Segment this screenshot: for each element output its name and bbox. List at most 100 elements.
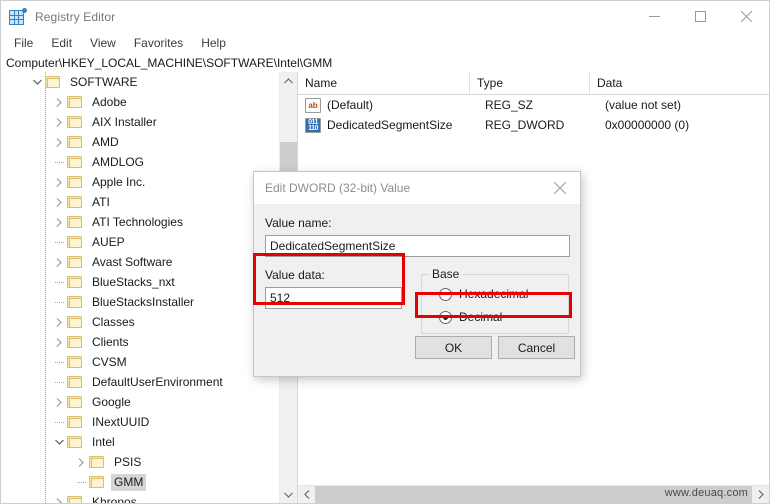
column-header-type[interactable]: Type [469,72,589,94]
folder-icon [67,255,84,269]
base-group: Base [421,267,569,334]
tree-item-label: ATI Technologies [92,214,183,229]
chevron-down-icon[interactable] [29,72,45,92]
folder-icon [67,295,84,309]
folder-icon [67,355,84,369]
tree-item-bluestacks-nxt[interactable]: BlueStacks_nxt [1,272,279,292]
window-title: Registry Editor [35,9,116,24]
folder-icon [67,335,84,349]
folder-icon [67,375,84,389]
menu-item-help[interactable]: Help [193,34,234,52]
radio-hexadecimal[interactable]: Hexadecimal [439,287,528,301]
chevron-right-icon[interactable] [51,112,67,132]
chevron-right-icon[interactable] [51,252,67,272]
ok-button[interactable]: OK [415,336,492,359]
value-name-label: Value name: [265,216,332,230]
tree-leaf-marker [51,372,67,392]
scroll-down-icon[interactable] [280,486,297,503]
tree-item-bluestacksinstaller[interactable]: BlueStacksInstaller [1,292,279,312]
chevron-right-icon[interactable] [51,212,67,232]
menu-bar: File Edit View Favorites Help [1,32,769,53]
tree-leaf-marker [51,232,67,252]
radio-hexadecimal-label: Hexadecimal [459,287,529,301]
tree-item-label: Apple Inc. [92,174,146,189]
tree-item-label: BlueStacks_nxt [92,274,175,289]
tree-item-psis[interactable]: PSIS [1,452,279,472]
column-header-name[interactable]: Name [298,72,469,94]
horizontal-scroll-thumb[interactable]: www.deuaq.com [315,486,752,503]
menu-item-favorites[interactable]: Favorites [126,34,191,52]
value-row[interactable]: ab (Default) REG_SZ (value not set) [298,95,769,115]
radio-decimal[interactable]: Decimal [439,310,502,324]
close-button[interactable] [723,1,769,32]
tree-item-cvsm[interactable]: CVSM [1,352,279,372]
value-data: (value not set) [605,98,682,112]
chevron-right-icon[interactable] [51,132,67,152]
values-horizontal-scrollbar[interactable]: www.deuaq.com [298,485,769,503]
tree-item-apple-inc[interactable]: Apple Inc. [1,172,279,192]
tree-item-ati-technologies[interactable]: ATI Technologies [1,212,279,232]
tree-item-label: Avast Software [92,254,173,269]
value-type: REG_DWORD [485,118,565,132]
tree-item-ati[interactable]: ATI [1,192,279,212]
menu-item-file[interactable]: File [6,34,41,52]
folder-icon [67,275,84,289]
tree-item-auep[interactable]: AUEP [1,232,279,252]
tree-item-label: AUEP [92,234,125,249]
tree-item-adobe[interactable]: Adobe [1,92,279,112]
scroll-right-icon[interactable] [752,486,769,503]
chevron-down-icon[interactable] [51,432,67,452]
folder-icon [67,175,84,189]
chevron-right-icon[interactable] [51,332,67,352]
value-row[interactable]: 011 110 DedicatedSegmentSize REG_DWORD 0x000… [298,115,769,135]
chevron-right-icon[interactable] [51,492,67,503]
chevron-right-icon[interactable] [51,192,67,212]
chevron-right-icon[interactable] [51,392,67,412]
tree-item-software[interactable]: SOFTWARE [1,72,279,92]
value-name-input[interactable]: DedicatedSegmentSize [265,235,570,257]
tree-item-google[interactable]: Google [1,392,279,412]
value-data-input[interactable]: 512 [265,287,402,309]
minimize-button[interactable] [631,1,677,32]
tree-item-khronos[interactable]: Khronos [1,492,279,503]
tree-item-label: Khronos [92,494,137,504]
chevron-right-icon[interactable] [51,312,67,332]
tree-leaf-marker [73,472,89,492]
column-header-data[interactable]: Data [589,72,769,94]
menu-item-view[interactable]: View [82,34,124,52]
folder-icon [67,215,84,229]
chevron-right-icon[interactable] [73,452,89,472]
tree-item-label: PSIS [114,454,142,469]
tree-item-gmm[interactable]: GMM [1,472,279,492]
folder-icon [67,315,84,329]
tree-item-defaultuserenvironment[interactable]: DefaultUserEnvironment [1,372,279,392]
dword-value-icon: 011 110 [305,117,321,133]
scroll-up-icon[interactable] [280,72,297,89]
site-watermark: www.deuaq.com [664,487,748,499]
tree-item-amd[interactable]: AMD [1,132,279,152]
chevron-right-icon[interactable] [51,92,67,112]
scroll-left-icon[interactable] [298,486,315,503]
chevron-right-icon[interactable] [51,172,67,192]
address-bar[interactable]: Computer\HKEY_LOCAL_MACHINE\SOFTWARE\Int… [1,53,769,73]
tree-item-classes[interactable]: Classes [1,312,279,332]
registry-tree[interactable]: SOFTWARE Adobe AIX Installer AMD AMDLOG Apple… [1,72,279,503]
tree-item-intel[interactable]: Intel [1,432,279,452]
tree-item-aix-installer[interactable]: AIX Installer [1,112,279,132]
base-group-label: Base [429,267,463,281]
tree-item-inextuuid[interactable]: INextUUID [1,412,279,432]
dialog-title: Edit DWORD (32-bit) Value [265,181,411,195]
tree-item-amdlog[interactable]: AMDLOG [1,152,279,172]
tree-item-clients[interactable]: Clients [1,332,279,352]
values-list: ab (Default) REG_SZ (value not set) 011 110 De… [298,95,769,135]
menu-item-edit[interactable]: Edit [43,34,80,52]
cancel-button[interactable]: Cancel [498,336,575,359]
dialog-close-button[interactable] [540,172,580,204]
tree-item-label: AMDLOG [92,154,145,169]
maximize-button[interactable] [677,1,723,32]
value-type: REG_SZ [485,98,534,112]
string-value-icon: ab [305,97,321,113]
tree-item-avast-software[interactable]: Avast Software [1,252,279,272]
tree-item-label: GMM [111,473,147,491]
folder-icon [67,435,84,449]
